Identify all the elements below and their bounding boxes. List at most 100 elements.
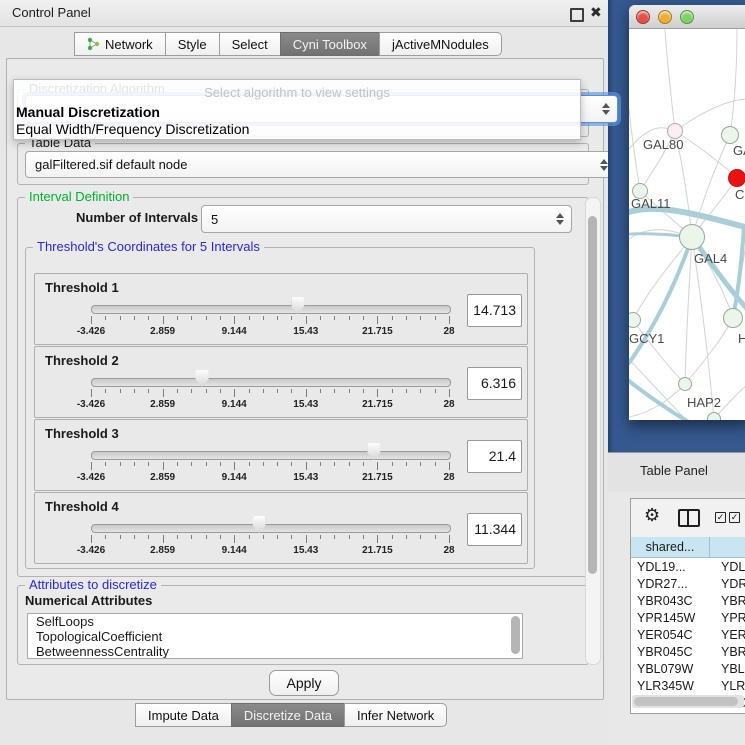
attribute-item[interactable]: TopologicalCoefficient [28, 629, 522, 644]
column-header-shared-name[interactable]: shared... [631, 537, 710, 558]
network-window-titlebar [629, 5, 745, 29]
table-row[interactable]: YBL079W YBL0 [631, 660, 745, 677]
column-header-name[interactable]: n... [710, 537, 745, 558]
slider-ticks [91, 462, 449, 471]
threshold-value-field[interactable]: 11.344 [467, 513, 522, 546]
cell-shared-name: YBR043C [631, 594, 715, 608]
network-node[interactable] [678, 377, 692, 391]
cyni-toolbox-panel: Discretization Algorithm Select algorith… [6, 58, 604, 700]
close-icon[interactable]: ✖ [590, 4, 602, 21]
select-columns-icon[interactable]: ✓ ✓ [715, 512, 740, 523]
bottom-tab[interactable]: Discretize Data [231, 703, 345, 727]
network-node[interactable] [679, 224, 705, 250]
tab-label: Select [232, 37, 268, 52]
cell-name: YLR3 [715, 679, 745, 693]
panel-scrollbar-thumb[interactable] [588, 216, 597, 574]
network-node[interactable] [721, 126, 739, 144]
table-panel-title: Table Panel [640, 463, 708, 478]
bottom-tab[interactable]: Impute Data [135, 703, 232, 727]
control-panel-tab[interactable]: Style [165, 32, 220, 56]
attribute-items: SelfLoops TopologicalCoefficient Between… [28, 614, 522, 659]
slider-thumb[interactable] [291, 297, 304, 314]
algorithm-option[interactable]: Equal Width/Frequency Discretization [16, 121, 582, 138]
float-window-icon[interactable] [570, 8, 584, 22]
number-of-intervals-value: 5 [211, 212, 218, 227]
panel-scrollbar-track[interactable] [585, 197, 601, 665]
slider-thumb[interactable] [195, 370, 208, 387]
slider-tick-labels: -3.4262.8599.14415.4321.71528 [91, 472, 449, 484]
slider-thumb[interactable] [253, 516, 266, 533]
threshold-label: Threshold 3 [45, 426, 119, 441]
table-row[interactable]: YER054C YER0 [631, 626, 745, 643]
table-row[interactable]: YBR043C YBR0 [631, 592, 745, 609]
threshold-label: Threshold 1 [45, 280, 119, 295]
list-scrollbar-thumb[interactable] [511, 616, 520, 654]
control-panel-title: Control Panel [12, 5, 91, 20]
cell-name: YBR0 [715, 594, 745, 608]
threshold-value-field[interactable]: 6.316 [467, 367, 522, 400]
table-row[interactable]: YLR345W YLR3 [631, 677, 745, 694]
cell-name: YDL1 [715, 560, 745, 574]
network-canvas[interactable]: GAL80GACGAL11GAL4GCY1HHAP2 [629, 29, 745, 420]
control-panel-titlebar [0, 0, 608, 27]
threshold-panel: Threshold 3 -3.4262.8599.14415.4321.7152… [34, 419, 528, 491]
slider-thumb[interactable] [367, 443, 380, 460]
number-of-intervals-combo[interactable]: 5 [201, 205, 572, 233]
bottom-tab[interactable]: Infer Network [344, 703, 447, 727]
minimize-window-button[interactable] [658, 10, 672, 24]
gear-icon[interactable]: ⚙ [644, 505, 660, 526]
network-node-label: H [738, 331, 745, 346]
interval-definition-label: Interval Definition [25, 190, 133, 204]
split-columns-icon[interactable] [678, 509, 700, 527]
table-row[interactable]: YDL19... YDL1 [631, 558, 745, 575]
zoom-window-button[interactable] [680, 10, 694, 24]
numerical-attributes-heading: Numerical Attributes [25, 593, 152, 608]
node-table: ⚙ ✓ ✓ shared... n... YDL19... YDL1 YDR27… [630, 498, 745, 714]
stepper-icon [556, 213, 564, 225]
cell-name: YER0 [715, 628, 745, 642]
thresholds-group: Threshold's Coordinates for 5 Intervals … [25, 247, 535, 569]
table-data-combo-value: galFiltered.sif default node [35, 157, 187, 172]
attribute-item[interactable]: BetweennessCentrality [28, 644, 522, 659]
table-hscrollbar-track[interactable] [632, 695, 744, 708]
numerical-attributes-list[interactable]: SelfLoops TopologicalCoefficient Between… [27, 613, 523, 659]
apply-button[interactable]: Apply [269, 670, 339, 696]
network-node-label: GA [733, 143, 745, 158]
network-node[interactable] [707, 412, 721, 420]
cell-name: YBR0 [715, 645, 745, 659]
cell-shared-name: YPR145W [631, 611, 715, 625]
table-row[interactable]: YPR145W YPR1 [631, 609, 745, 626]
cell-shared-name: YBR045C [631, 645, 715, 659]
close-window-button[interactable] [636, 10, 650, 24]
control-panel-tab[interactable]: Select [219, 32, 281, 56]
table-data-combo[interactable]: galFiltered.sif default node [25, 151, 616, 178]
control-panel-tab[interactable]: Network [74, 32, 166, 56]
threshold-panel: Threshold 4 -3.4262.8599.14415.4321.7152… [34, 492, 528, 564]
application-window: Control Panel ✖ Network Style [0, 0, 745, 745]
thresholds-group-label: Threshold's Coordinates for 5 Intervals [33, 240, 264, 254]
tab-label: jActiveMNodules [392, 37, 489, 52]
threshold-value-field[interactable]: 14.713 [467, 294, 522, 327]
slider-tick-labels: -3.4262.8599.14415.4321.71528 [91, 545, 449, 557]
network-node[interactable] [723, 308, 743, 328]
control-panel-tab[interactable]: jActiveMNodules [379, 32, 502, 56]
control-panel-tabs: Network Style Select Cyni Toolbox jActiv… [75, 32, 502, 56]
table-toolbar: ⚙ ✓ ✓ [631, 499, 745, 538]
table-hscrollbar-thumb[interactable] [634, 697, 738, 706]
tab-label: Infer Network [357, 708, 434, 723]
network-icon [87, 37, 100, 51]
cell-shared-name: YER054C [631, 628, 715, 642]
attribute-item[interactable]: SelfLoops [28, 614, 522, 629]
table-row[interactable]: YBR045C YBR0 [631, 643, 745, 660]
algorithm-popup-hint: Select algorithm to view settings [14, 85, 580, 100]
network-node-label: C [735, 187, 744, 202]
bottom-tabs: Impute Data Discretize Data Infer Networ… [136, 703, 447, 727]
network-node[interactable] [728, 169, 745, 187]
algorithm-option[interactable]: Manual Discretization [16, 104, 582, 121]
stepper-icon [600, 159, 608, 171]
threshold-value-field[interactable]: 21.4 [467, 440, 522, 473]
control-panel-tab[interactable]: Cyni Toolbox [280, 32, 380, 56]
table-row[interactable]: YDR27... YDR2 [631, 575, 745, 592]
network-view-window[interactable]: GAL80GACGAL11GAL4GCY1HHAP2 [629, 5, 745, 420]
checkbox-icon: ✓ [715, 512, 726, 523]
